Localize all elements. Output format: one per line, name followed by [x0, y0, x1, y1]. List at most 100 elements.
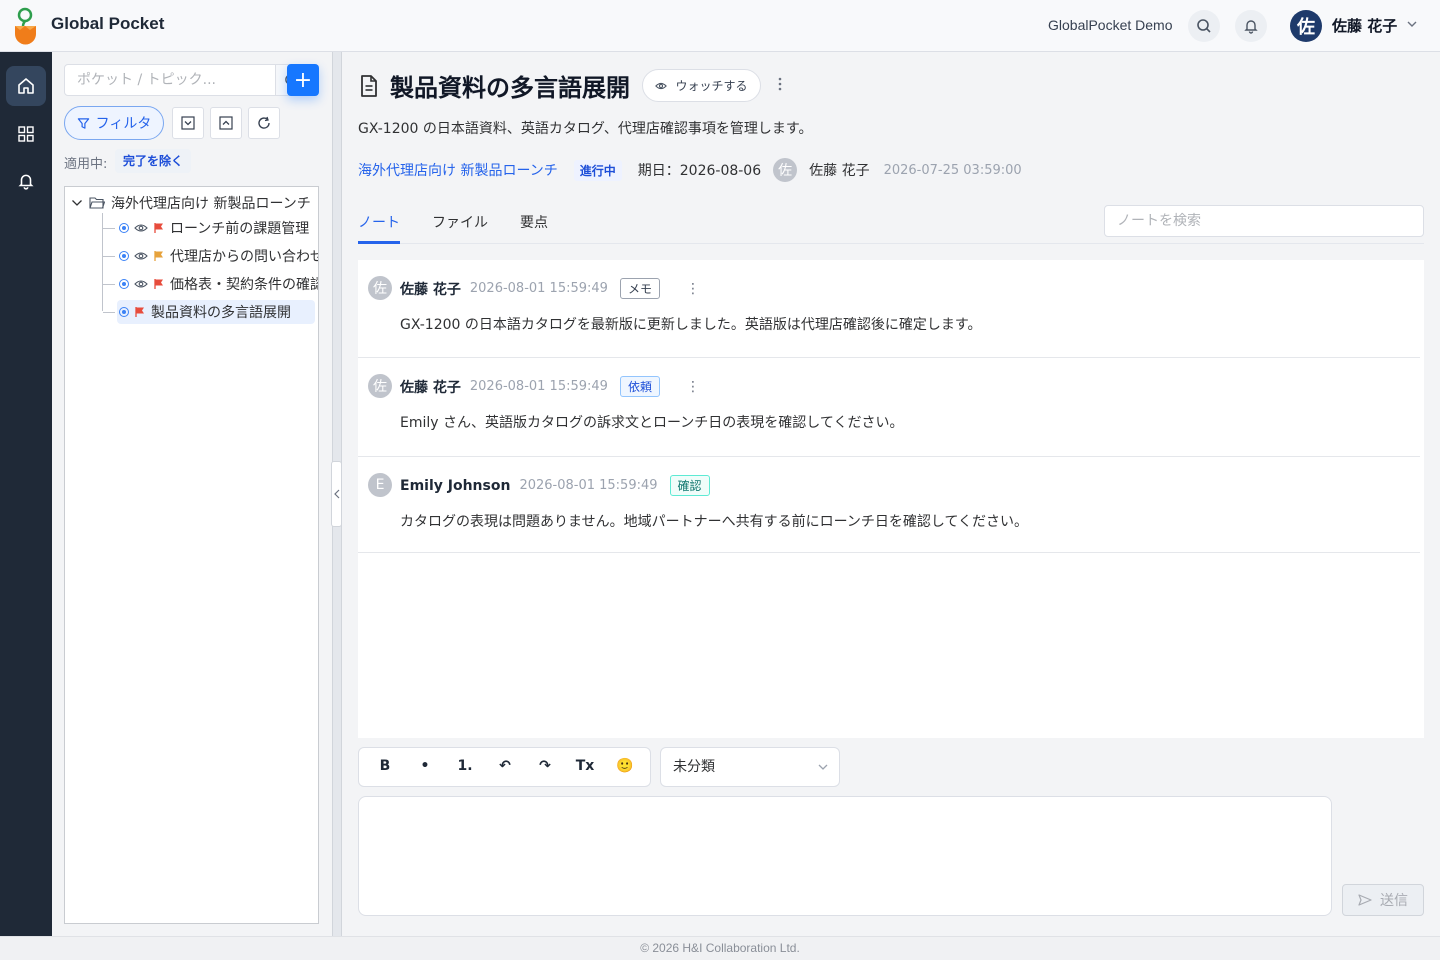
- status-dot-icon: [119, 307, 129, 317]
- watch-button[interactable]: ウォッチする: [642, 69, 761, 102]
- chevron-down-icon[interactable]: [71, 197, 83, 209]
- topic-description: GX-1200 の日本語資料、英語カタログ、代理店確認事項を管理します。: [358, 121, 813, 137]
- refresh-icon: [258, 116, 270, 129]
- category-value: 未分類: [673, 759, 715, 775]
- tree-item-label: ローンチ前の課題管理: [170, 221, 310, 237]
- send-icon: [1358, 894, 1372, 906]
- eye-icon: [655, 82, 668, 89]
- undo-button[interactable]: ↶: [495, 758, 515, 774]
- status-dot-icon: [119, 223, 129, 233]
- note-editor[interactable]: [358, 796, 1332, 916]
- send-label: 送信: [1380, 893, 1408, 909]
- tree-branch-line: [103, 255, 115, 257]
- send-button[interactable]: 送信: [1342, 884, 1424, 916]
- tree-item[interactable]: ローンチ前の課題管理: [103, 216, 315, 240]
- topic-meta: 海外代理店向け 新製品ローンチ 進行中 期日：2026-08-06 佐 佐藤 花…: [358, 158, 1022, 182]
- tree-item-selected[interactable]: 製品資料の多言語展開: [103, 300, 315, 324]
- note-author: Emily Johnson: [400, 477, 511, 494]
- note-body: カタログの表現は問題ありません。地域パートナーへ共有する前にローンチ日を確認して…: [400, 514, 1029, 530]
- emoji-button[interactable]: 🙂: [615, 758, 635, 774]
- brand-name[interactable]: Global Pocket: [51, 14, 164, 34]
- rail-grid-button[interactable]: [6, 114, 46, 154]
- flag-icon: [154, 279, 163, 289]
- header-search-button[interactable]: [1188, 10, 1220, 42]
- flag-icon: [154, 251, 163, 261]
- clear-format-button[interactable]: Tx: [573, 758, 597, 774]
- rail-home-button[interactable]: [6, 66, 46, 106]
- more-vertical-icon[interactable]: ⋮: [686, 281, 700, 297]
- applied-filter-tag[interactable]: 完了を除く: [115, 149, 192, 173]
- rail-notifications-button[interactable]: [6, 161, 46, 201]
- tree-branch-line: [103, 227, 115, 229]
- sidebar: ポケット / トピック... + フィルタ 適用中: 完了を除く 海外代理店向け…: [52, 52, 332, 936]
- note-item: 佐 佐藤 花子 2026-08-01 15:59:49 依頼 ⋮ Emily さ…: [358, 358, 1420, 457]
- category-select[interactable]: 未分類: [660, 747, 840, 787]
- created-time: 2026-07-25 03:59:00: [883, 162, 1022, 178]
- note-item: E Emily Johnson 2026-08-01 15:59:49 確認 カ…: [358, 457, 1420, 553]
- note-item: 佐 佐藤 花子 2026-08-01 15:59:49 メモ ⋮ GX-1200…: [358, 260, 1420, 358]
- collapse-icon: [219, 116, 233, 130]
- note-body: Emily さん、英語版カタログの訴求文とローンチ日の表現を確認してください。: [400, 415, 904, 431]
- chevron-down-icon[interactable]: [1406, 18, 1418, 30]
- status-dot-icon: [119, 279, 129, 289]
- note-time: 2026-08-01 15:59:49: [469, 379, 608, 394]
- user-avatar[interactable]: 佐: [1290, 10, 1322, 42]
- flag-icon: [154, 223, 163, 233]
- pocket-search-input[interactable]: ポケット / トピック...: [64, 64, 276, 96]
- bell-icon: [18, 174, 34, 190]
- chevron-left-icon: [333, 489, 339, 499]
- owner-avatar: 佐: [773, 158, 798, 182]
- tree-root-node[interactable]: 海外代理店向け 新製品ローンチ: [71, 193, 311, 213]
- more-vertical-icon[interactable]: ⋮: [686, 379, 700, 395]
- tab-highlights[interactable]: 要点: [520, 212, 548, 232]
- note-author: 佐藤 花子: [400, 281, 461, 298]
- refresh-button[interactable]: [248, 107, 280, 139]
- tab-files[interactable]: ファイル: [432, 212, 488, 232]
- tree-item-label: 代理店からの問い合わせ: [170, 249, 319, 265]
- note-body: GX-1200 の日本語カタログを最新版に更新しました。英語版は代理店確認後に確…: [400, 317, 982, 333]
- note-tag: 依頼: [619, 376, 660, 397]
- status-badge: 進行中: [573, 159, 622, 181]
- expand-icon: [181, 116, 195, 130]
- redo-button[interactable]: ↷: [535, 758, 555, 774]
- note-search-input[interactable]: ノートを検索: [1104, 205, 1424, 237]
- more-vertical-icon[interactable]: [778, 76, 782, 92]
- filter-button[interactable]: フィルタ: [64, 106, 164, 140]
- topic-panel: 製品資料の多言語展開 ウォッチする GX-1200 の日本語資料、英語カタログ、…: [342, 52, 1440, 936]
- applied-filter-label: 適用中:: [64, 157, 108, 172]
- collapse-all-button[interactable]: [210, 107, 242, 139]
- avatar: 佐: [368, 276, 392, 300]
- footer: © 2026 H&I Collaboration Ltd.: [0, 936, 1440, 960]
- flag-icon: [135, 307, 144, 317]
- tree-branch-line: [103, 283, 115, 285]
- tree-root-label: 海外代理店向け 新製品ローンチ: [111, 196, 311, 212]
- avatar: 佐: [368, 374, 392, 398]
- org-name[interactable]: GlobalPocket Demo: [1048, 17, 1173, 33]
- watch-label: ウォッチする: [675, 79, 748, 93]
- note-tag: メモ: [619, 278, 660, 299]
- bold-button[interactable]: B: [375, 758, 395, 774]
- home-icon: [18, 78, 34, 94]
- avatar: E: [368, 473, 392, 497]
- tab-notes[interactable]: ノート: [358, 212, 400, 232]
- collapse-sidebar-handle[interactable]: [331, 461, 342, 527]
- editor-toolbar: B • 1. ↶ ↷ Tx 🙂: [358, 747, 651, 787]
- add-button[interactable]: +: [287, 64, 319, 96]
- notifications-button[interactable]: [1235, 10, 1267, 42]
- numbered-list-button[interactable]: 1.: [455, 758, 475, 774]
- app-logo: [15, 7, 36, 45]
- filter-icon: [77, 117, 89, 129]
- chevron-down-icon: [818, 764, 828, 770]
- eye-icon: [134, 252, 148, 260]
- bullet-list-button[interactable]: •: [415, 758, 435, 774]
- bell-icon: [1244, 20, 1258, 34]
- search-icon: [1197, 19, 1211, 33]
- tree-item[interactable]: 代理店からの問い合わせ: [103, 244, 319, 268]
- pocket-link[interactable]: 海外代理店向け 新製品ローンチ: [358, 160, 558, 180]
- user-name[interactable]: 佐藤 花子: [1332, 15, 1397, 36]
- expand-all-button[interactable]: [172, 107, 204, 139]
- tree-item[interactable]: 価格表・契約条件の確認: [103, 272, 318, 296]
- tree-item-label: 製品資料の多言語展開: [151, 305, 291, 321]
- note-time: 2026-08-01 15:59:49: [469, 281, 608, 296]
- tree-branch-line: [103, 311, 115, 313]
